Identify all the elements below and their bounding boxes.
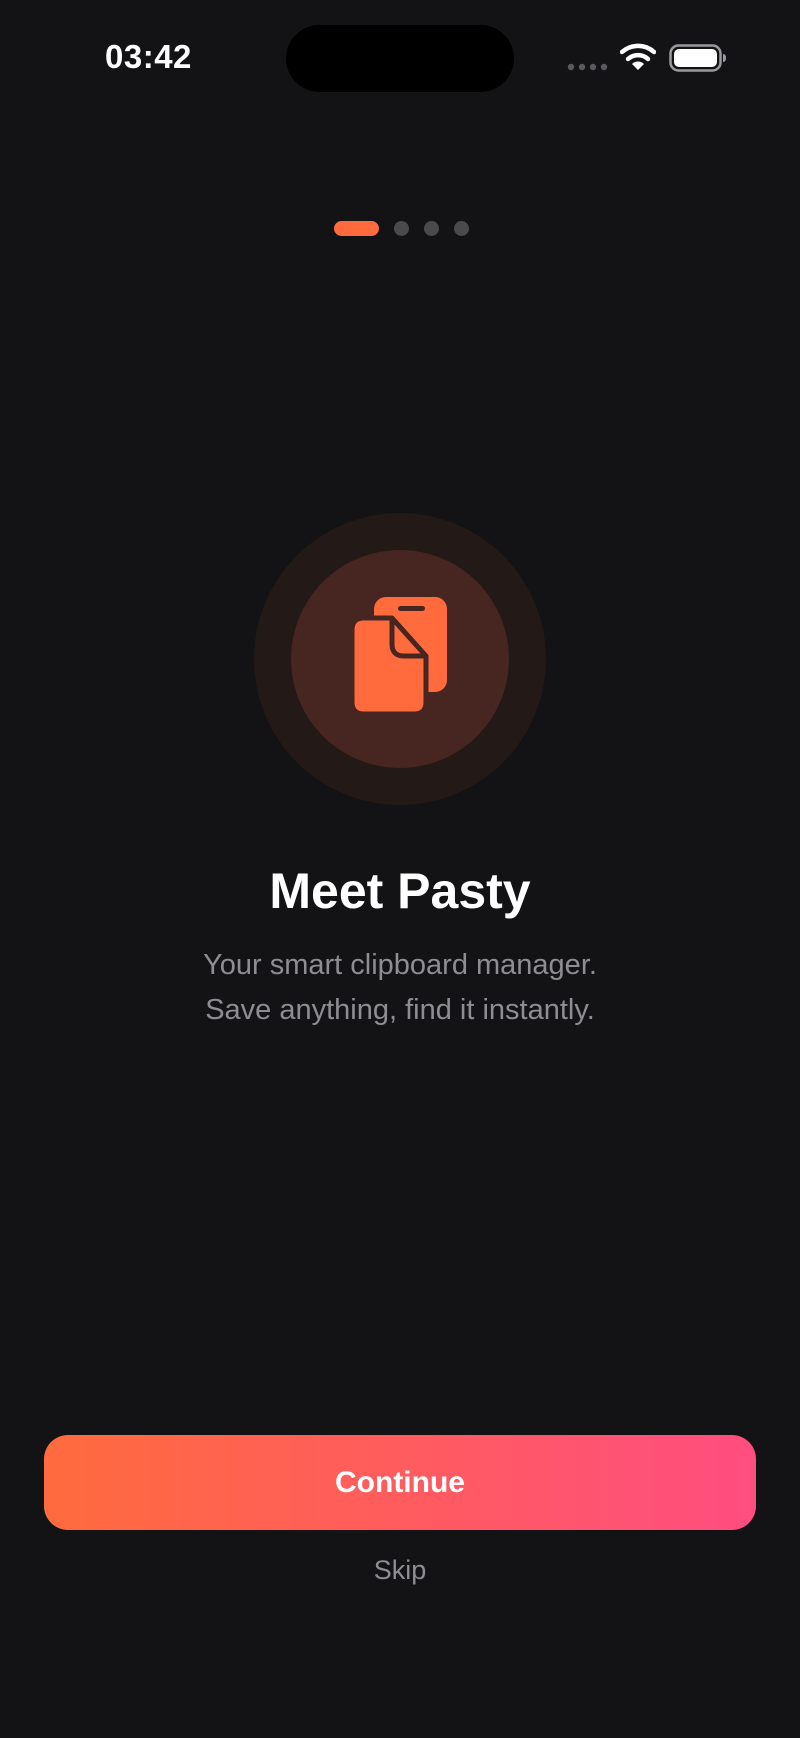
subtitle-line-1: Your smart clipboard manager. [203,949,597,981]
page-dot-4[interactable] [454,221,469,236]
page-title: Meet Pasty [269,863,531,919]
subtitle-line-2: Save anything, find it instantly. [205,994,595,1026]
page-indicator [334,221,469,236]
status-time: 03:42 [105,38,192,75]
page-dot-1[interactable] [334,221,379,236]
dynamic-island [286,25,514,92]
battery-icon [669,44,726,72]
skip-button[interactable]: Skip [330,1550,470,1590]
onboarding-screen: 03:42 Meet Pasty Your smart clipboard ma… [0,0,800,1738]
page-dot-3[interactable] [424,221,439,236]
page-subtitle: Your smart clipboard manager. Save anyth… [0,943,800,1033]
page-dot-2[interactable] [394,221,409,236]
signal-icon [567,63,608,71]
clipboard-icon [349,597,447,716]
wifi-icon [620,43,656,70]
continue-button[interactable]: Continue [44,1435,756,1530]
